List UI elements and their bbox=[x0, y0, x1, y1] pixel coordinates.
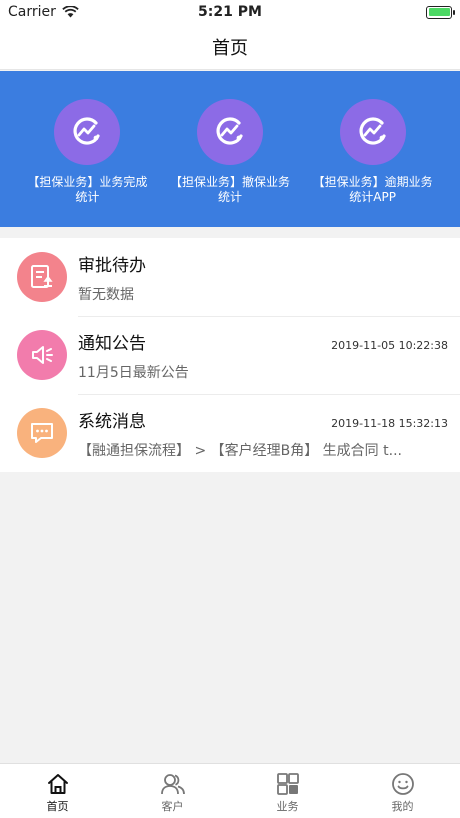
status-left: Carrier bbox=[8, 4, 79, 20]
chart-circle-icon bbox=[339, 99, 406, 165]
list-item-body: 系统消息 2019-11-18 15:32:13 【融通担保流程】 > 【客户经… bbox=[78, 407, 460, 460]
nav-bar: 首页 bbox=[0, 24, 460, 70]
tab-home[interactable]: 首页 bbox=[0, 764, 115, 818]
list-item-body: 审批待办 暂无数据 bbox=[78, 251, 460, 304]
battery-icon bbox=[426, 5, 455, 19]
list-item-header: 审批待办 bbox=[78, 251, 448, 276]
stat-completed-card[interactable]: 【担保业务】业务完成统计 bbox=[22, 71, 152, 227]
document-icon bbox=[17, 252, 67, 302]
status-bar: Carrier 5:21 PM bbox=[0, 0, 460, 24]
battery-level bbox=[428, 8, 450, 16]
list-item-title: 审批待办 bbox=[78, 255, 146, 276]
stat-withdrawn-card[interactable]: 【担保业务】撤保业务统计 bbox=[165, 71, 295, 227]
chart-circle-icon bbox=[196, 99, 263, 165]
message-list: 审批待办 暂无数据 通知公告 2019-11-05 10:22:38 11月5日… bbox=[0, 238, 460, 472]
smiley-icon bbox=[391, 773, 414, 795]
megaphone-icon bbox=[17, 330, 67, 380]
page-title: 首页 bbox=[212, 37, 248, 59]
list-item-system-message[interactable]: 系统消息 2019-11-18 15:32:13 【融通担保流程】 > 【客户经… bbox=[0, 394, 460, 472]
tab-label: 客户 bbox=[161, 800, 184, 813]
tab-label: 首页 bbox=[46, 800, 69, 813]
list-item-header: 通知公告 2019-11-05 10:22:38 bbox=[78, 329, 448, 354]
stat-withdrawn-label: 【担保业务】撤保业务统计 bbox=[169, 175, 290, 204]
tab-bar: 首页 客户 业务 我的 bbox=[0, 763, 460, 818]
tab-label: 我的 bbox=[391, 800, 414, 813]
list-item-subtitle: 暂无数据 bbox=[78, 286, 134, 303]
tab-customers[interactable]: 客户 bbox=[115, 764, 230, 818]
message-icon bbox=[17, 408, 67, 458]
list-item-subtitle: 【融通担保流程】 > 【客户经理B角】 生成合同 t... bbox=[78, 442, 402, 459]
grid-icon bbox=[276, 773, 299, 795]
chart-circle-icon bbox=[54, 99, 121, 165]
stat-overdue-card[interactable]: 【担保业务】逾期业务统计APP bbox=[308, 71, 438, 227]
list-item-approval[interactable]: 审批待办 暂无数据 bbox=[0, 238, 460, 316]
list-item-header: 系统消息 2019-11-18 15:32:13 bbox=[78, 407, 448, 432]
list-item-time: 2019-11-18 15:32:13 bbox=[331, 416, 448, 430]
home-icon bbox=[47, 774, 68, 794]
carrier-label: Carrier bbox=[8, 4, 56, 20]
list-item-subtitle: 11月5日最新公告 bbox=[78, 364, 189, 381]
stats-banner: 【担保业务】业务完成统计 【担保业务】撤保业务统计 【担保业务】逾期业务统计AP… bbox=[0, 71, 460, 227]
list-item-title: 通知公告 bbox=[78, 333, 146, 354]
tab-business[interactable]: 业务 bbox=[230, 764, 345, 818]
home-screen: Carrier 5:21 PM 首页 【担保业务】业务完成统计 【担保业务】撤保… bbox=[0, 0, 460, 818]
list-item-title: 系统消息 bbox=[78, 411, 146, 432]
tab-profile[interactable]: 我的 bbox=[345, 764, 460, 818]
list-item-notice[interactable]: 通知公告 2019-11-05 10:22:38 11月5日最新公告 bbox=[0, 316, 460, 394]
list-item-time: 2019-11-05 10:22:38 bbox=[331, 338, 448, 352]
tab-label: 业务 bbox=[276, 800, 299, 813]
wifi-icon bbox=[62, 6, 79, 18]
list-item-body: 通知公告 2019-11-05 10:22:38 11月5日最新公告 bbox=[78, 329, 460, 382]
stat-completed-label: 【担保业务】业务完成统计 bbox=[27, 175, 148, 204]
stat-overdue-label: 【担保业务】逾期业务统计APP bbox=[312, 175, 433, 204]
people-icon bbox=[160, 774, 185, 795]
